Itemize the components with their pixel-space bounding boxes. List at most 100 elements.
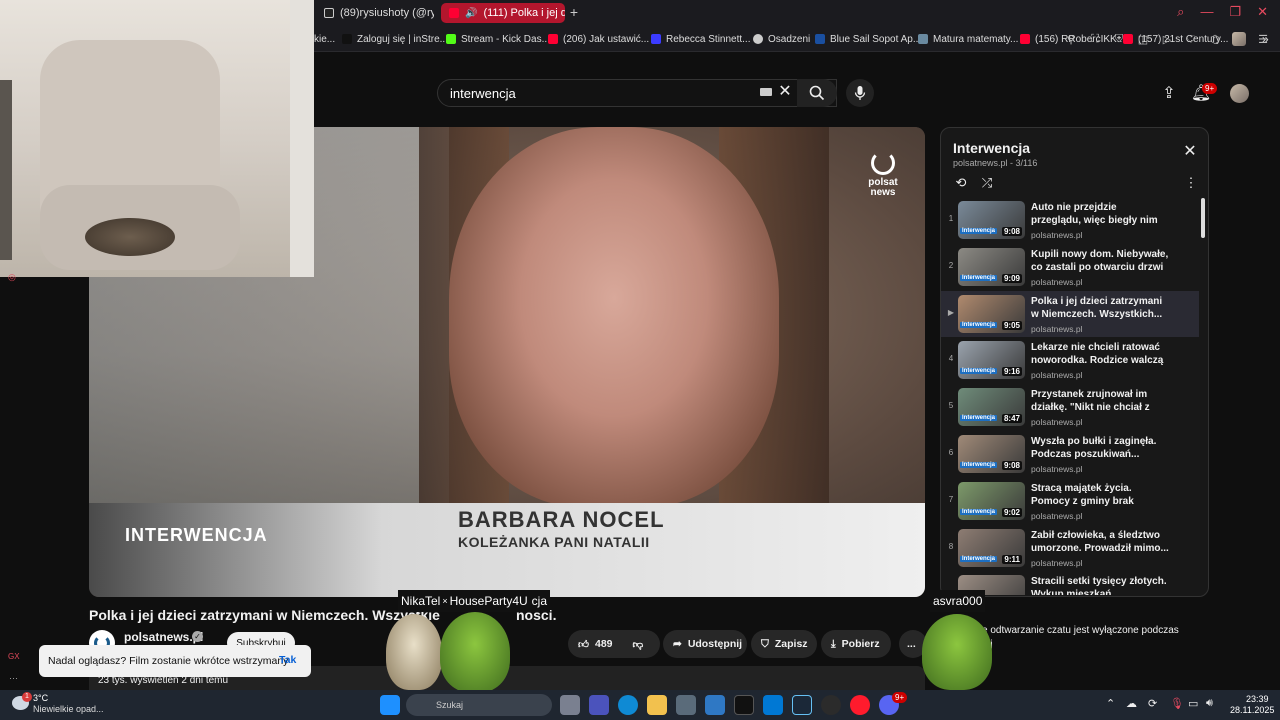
playlist-item[interactable]: 2 Interwencja 9:09 Kupili nowy dom. Niebywa… (941, 244, 1199, 290)
bookmark-item[interactable]: Blue Sail Sopot Ap... (815, 31, 921, 47)
loop-icon[interactable]: ⟲ (953, 175, 969, 191)
bookmark-item[interactable]: kie... (314, 31, 335, 47)
playlist-item-title[interactable]: Lekarze nie chcieli ratować noworodka. R… (1031, 341, 1169, 367)
playlist-item-title[interactable]: Stracą majątek życia. Pomocy z gminy bra… (1031, 482, 1169, 508)
bookmark-item[interactable]: Matura matematy... (918, 31, 1018, 47)
playlist-item-title[interactable]: Zabił człowieka, a śledztwo umorzone. Pr… (1031, 529, 1169, 555)
shuffle-icon[interactable]: ⤮ (979, 175, 995, 191)
playlist-item-title[interactable]: Wyszła po bułki i zaginęła. Podczas posz… (1031, 435, 1169, 461)
new-tab-button[interactable]: + (566, 4, 582, 20)
play-icon[interactable]: ▷ (1160, 32, 1174, 46)
start-windows-icon[interactable] (380, 695, 400, 715)
save-button[interactable]: ⛉ Zapisz (751, 630, 817, 658)
tab-youtube-active[interactable]: 🔊 (111) Polka i jej dzieci z (441, 3, 565, 23)
account-avatar[interactable] (1230, 84, 1249, 103)
like-count[interactable]: 489 (595, 638, 613, 650)
playlist-menu-icon[interactable]: ⋮ (1183, 175, 1199, 191)
steam-icon[interactable] (792, 695, 812, 715)
profile-icon[interactable] (1232, 32, 1246, 46)
share-button[interactable]: ➦ Udostępnij (663, 630, 747, 658)
weather-description[interactable]: Niewielkie opad... (33, 704, 104, 714)
playlist-item-thumbnail[interactable]: Interwencja 9:08 (958, 201, 1025, 239)
voice-search-button[interactable] (846, 79, 874, 107)
playlist-item-channel[interactable]: polsatnews.pl (1031, 370, 1083, 380)
playlist-item-channel[interactable]: polsatnews.pl (1031, 558, 1083, 568)
sync-icon[interactable]: ⟳ (1148, 697, 1157, 710)
playlist-item-thumbnail[interactable]: Interwencja 9:05 (958, 294, 1025, 333)
extensions-icon[interactable]: ⬡ (1208, 32, 1222, 46)
download-button[interactable]: ⤓ Pobierz (821, 630, 891, 658)
playlist-item-thumbnail[interactable]: Interwencja 9:09 (958, 247, 1025, 286)
clock-time[interactable]: 23:39 (1246, 694, 1269, 704)
playlist-item-thumbnail[interactable]: Interwencja 9:16 (958, 341, 1025, 380)
playlist-item-title[interactable]: Kupili nowy dom. Niebywałe, co zastali p… (1031, 248, 1169, 274)
playlist-item-title[interactable]: Auto nie przejdzie przeglądu, więc biegł… (1031, 201, 1169, 227)
clock-date[interactable]: 28.11.2025 (1230, 705, 1274, 715)
network-icon[interactable]: ▭ (1188, 697, 1198, 710)
shield-icon[interactable]: ⛨ (1112, 32, 1126, 46)
taskbar-search[interactable]: Szukaj (406, 694, 552, 716)
playlist-item[interactable]: 7 Interwencja 9:02 Stracą majątek życia. Po… (941, 478, 1199, 524)
playlist-item-channel[interactable]: polsatnews.pl (1031, 324, 1083, 334)
playlist-item-channel[interactable]: polsatnews.pl (1031, 230, 1083, 240)
bookmark-item[interactable]: Osadzeni (753, 31, 810, 47)
file-explorer-icon[interactable] (647, 695, 667, 715)
gx-icon[interactable]: GX (8, 652, 20, 661)
task-view-icon[interactable] (560, 695, 580, 715)
weather-temperature[interactable]: 3°C (33, 693, 48, 703)
tray-overflow-icon[interactable]: ⌃ (1106, 697, 1115, 710)
upload-icon[interactable]: ⇪ (1158, 82, 1180, 104)
tab-tiktok[interactable]: (89)rysiushoty (@ryszard (316, 3, 434, 23)
playlist-item[interactable]: 1 Interwencja 9:08 Auto nie przejdzie przeg… (941, 197, 1199, 243)
playlist-item-thumbnail[interactable]: Interwencja 9:11 (958, 528, 1025, 567)
pin-icon[interactable]: ⚲ (1064, 32, 1078, 46)
minimize-icon[interactable]: — (1200, 4, 1213, 20)
playlist-item[interactable]: 8 Interwencja 9:11 Zabił człowieka, a śledz… (941, 525, 1199, 571)
camera-icon[interactable]: ◫ (1136, 32, 1150, 46)
playlist-title[interactable]: Interwencja (953, 140, 1030, 156)
onedrive-icon[interactable]: ☁ (1126, 697, 1137, 710)
obs-icon[interactable] (821, 695, 841, 715)
screenshot-icon[interactable]: ⛶ (1088, 32, 1102, 46)
bookmark-item[interactable]: Rebecca Stinnett... (651, 31, 751, 47)
teams-icon[interactable] (589, 695, 609, 715)
playlist-item-channel[interactable]: polsatnews.pl (1031, 417, 1083, 427)
edge-icon[interactable] (618, 695, 638, 715)
store-icon[interactable] (676, 695, 696, 715)
dislike-icon[interactable]: 👎︎ (633, 638, 644, 651)
playlist-scrollbar[interactable] (1201, 198, 1205, 238)
heart-icon[interactable]: ♡ (1184, 32, 1198, 46)
playlist-item-thumbnail[interactable]: Interwencja 9:08 (958, 435, 1025, 473)
playlist-subtitle[interactable]: polsatnews.pl - 3/116 (953, 158, 1037, 168)
keyboard-icon[interactable] (760, 88, 772, 96)
playlist-item[interactable]: 4 Interwencja 9:16 Lekarze nie chcieli rato… (941, 337, 1199, 383)
mail-icon[interactable] (705, 695, 725, 715)
playlist-item[interactable]: ▶ Interwencja 9:05 Polka i jej dzieci zatrz… (941, 290, 1199, 337)
playlist-item-title[interactable]: Stracili setki tysięcy złotych. Wykup mi… (1031, 575, 1169, 595)
bookmark-item[interactable]: (206) Jak ustawić... (548, 31, 649, 47)
playlist-item[interactable]: 5 Interwencja 8:47 Przystanek zrujnował im … (941, 384, 1199, 430)
playlist-item-thumbnail[interactable]: Interwencja 8:47 (958, 388, 1025, 427)
playlist-item-title[interactable]: Polka i jej dzieci zatrzymani w Niemczec… (1031, 295, 1169, 321)
search-tabs-icon[interactable]: ⌕ (1177, 4, 1184, 20)
volume-icon[interactable]: 🔊︎ (1206, 697, 1213, 710)
playlist-item-title[interactable]: Przystanek zrujnował im działkę. "Nikt n… (1031, 388, 1169, 414)
bookmark-item[interactable]: Zaloguj się | inStre... (342, 31, 448, 47)
bookmark-item[interactable]: Stream - Kick Das... (446, 31, 550, 47)
playlist-item-channel[interactable]: polsatnews.pl (1031, 277, 1083, 287)
sidebar-icon[interactable]: ◎ (8, 272, 16, 283)
menu-icon[interactable]: ☰ (1256, 32, 1270, 46)
playlist-item[interactable]: 6 Interwencja 9:08 Wyszła po bułki i zaginę… (941, 431, 1199, 477)
microphone-tray-icon[interactable]: 🎙︎ (1170, 697, 1184, 710)
capcut-icon[interactable] (734, 695, 754, 715)
playlist-item-thumbnail[interactable]: Interwencja 9:02 (958, 481, 1025, 520)
maximize-icon[interactable]: ❐ (1229, 4, 1241, 20)
close-icon[interactable]: ✕ (1257, 4, 1268, 20)
search-button[interactable] (797, 79, 837, 107)
clear-search-icon[interactable]: ✕ (777, 83, 793, 101)
toast-confirm-button[interactable]: Tak (279, 654, 296, 666)
opera-gx-icon[interactable] (850, 695, 870, 715)
more-icon[interactable]: ··· (9, 673, 18, 683)
playlist-item-channel[interactable]: polsatnews.pl (1031, 511, 1083, 521)
photos-icon[interactable] (763, 695, 783, 715)
